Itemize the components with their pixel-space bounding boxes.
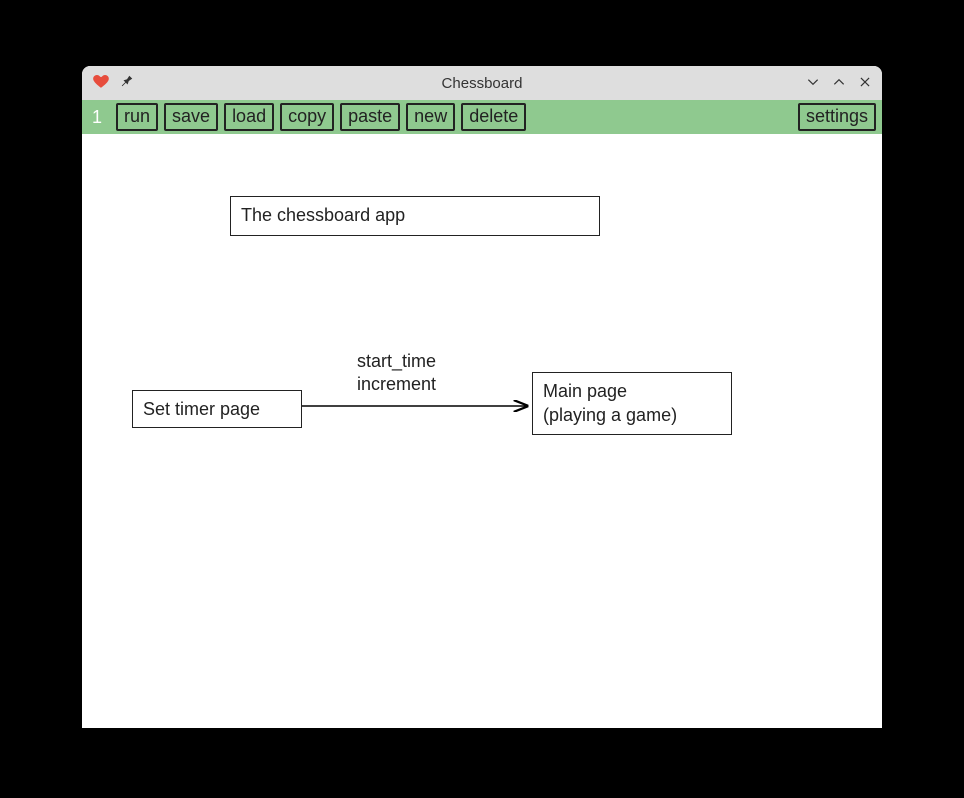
node-title[interactable]: The chessboard app (230, 196, 600, 236)
node-set-timer-page[interactable]: Set timer page (132, 390, 302, 428)
diagram-canvas[interactable]: The chessboard app Set timer page Main p… (82, 134, 882, 728)
page-number: 1 (88, 107, 106, 128)
copy-button[interactable]: copy (280, 103, 334, 130)
app-window: Chessboard 1 run save load copy paste ne… (82, 66, 882, 728)
window-title: Chessboard (442, 75, 523, 92)
window-titlebar: Chessboard (82, 66, 882, 100)
arrow-icon (302, 396, 532, 416)
pin-icon[interactable] (120, 74, 134, 93)
save-button[interactable]: save (164, 103, 218, 130)
delete-button[interactable]: delete (461, 103, 526, 130)
toolbar: 1 run save load copy paste new delete se… (82, 100, 882, 134)
close-button[interactable] (858, 75, 872, 92)
load-button[interactable]: load (224, 103, 274, 130)
edge-label[interactable]: start_time increment (357, 350, 436, 397)
new-button[interactable]: new (406, 103, 455, 130)
heart-icon (92, 72, 110, 95)
paste-button[interactable]: paste (340, 103, 400, 130)
run-button[interactable]: run (116, 103, 158, 130)
minimize-button[interactable] (806, 75, 820, 92)
maximize-button[interactable] (832, 75, 846, 92)
node-main-page[interactable]: Main page (playing a game) (532, 372, 732, 435)
settings-button[interactable]: settings (798, 103, 876, 130)
